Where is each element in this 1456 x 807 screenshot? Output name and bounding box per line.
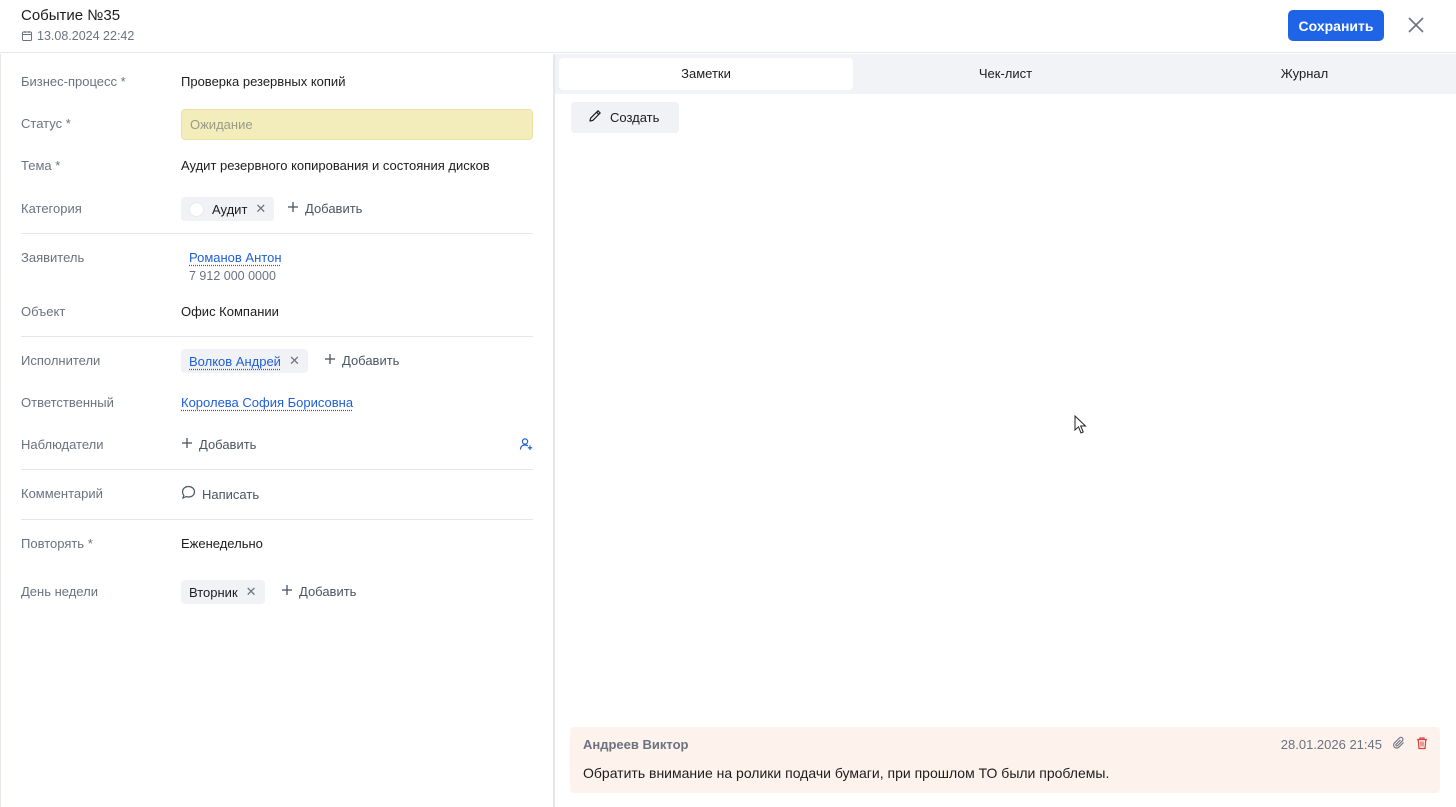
- note-date: 28.01.2026 21:45: [1280, 737, 1382, 752]
- remove-executor-icon[interactable]: ✕: [289, 353, 300, 369]
- note-text: Обратить внимание на ролики подачи бумаг…: [583, 765, 1110, 781]
- add-observer-button[interactable]: Добавить: [181, 437, 256, 452]
- datetime-text: 13.08.2024 22:42: [37, 29, 135, 43]
- plus-icon: [287, 201, 299, 216]
- applicant-phone: 7 912 000 0000: [189, 269, 276, 283]
- note-author: Андреев Виктор: [583, 737, 689, 752]
- add-observer-label: Добавить: [199, 437, 257, 452]
- add-executor-label: Добавить: [342, 353, 400, 368]
- topic-label: Тема *: [21, 158, 61, 173]
- write-comment-button[interactable]: Написать: [181, 485, 259, 503]
- tab-notes[interactable]: Заметки: [559, 58, 853, 90]
- executor-chip-link[interactable]: Волков Андрей: [189, 354, 281, 369]
- create-note-button[interactable]: Создать: [571, 102, 679, 133]
- add-category-button[interactable]: Добавить: [287, 201, 362, 216]
- plus-icon: [324, 353, 336, 368]
- status-select[interactable]: Ожидание: [181, 109, 533, 140]
- divider: [21, 469, 533, 470]
- remove-category-icon[interactable]: ✕: [255, 201, 266, 217]
- save-button[interactable]: Сохранить: [1288, 10, 1384, 41]
- write-comment-label: Написать: [202, 486, 260, 502]
- applicant-name-link[interactable]: Романов Антон: [189, 250, 282, 265]
- note-card: Андреев Виктор 28.01.2026 21:45 Обратить…: [570, 727, 1440, 793]
- executor-chip[interactable]: Волков Андрей ✕: [181, 349, 308, 373]
- comment-label: Комментарий: [21, 486, 103, 501]
- add-myself-user-icon[interactable]: [519, 437, 533, 454]
- category-label: Категория: [21, 201, 82, 216]
- mouse-cursor-icon: [1074, 414, 1088, 438]
- plus-icon: [181, 437, 193, 452]
- observers-label: Наблюдатели: [21, 437, 104, 452]
- business-process-value[interactable]: Проверка резервных копий: [181, 74, 345, 89]
- close-icon[interactable]: [1404, 13, 1428, 37]
- paperclip-icon[interactable]: [1392, 736, 1406, 753]
- add-weekday-label: Добавить: [299, 584, 357, 599]
- responsible-link[interactable]: Королева София Борисовна: [181, 395, 353, 410]
- add-category-label: Добавить: [305, 201, 363, 216]
- create-note-label: Создать: [610, 110, 660, 125]
- divider: [21, 519, 533, 520]
- tab-checklist[interactable]: Чек-лист: [859, 58, 1152, 90]
- object-value[interactable]: Офис Компании: [181, 304, 279, 319]
- add-weekday-button[interactable]: Добавить: [281, 584, 356, 599]
- weekday-chip[interactable]: Вторник ✕: [181, 580, 265, 604]
- remove-weekday-icon[interactable]: ✕: [246, 584, 257, 600]
- header: Событие №35 13.08.2024 22:42 Сохранить: [0, 0, 1456, 53]
- add-executor-button[interactable]: Добавить: [324, 353, 399, 368]
- plus-icon: [281, 584, 293, 599]
- repeat-label: Повторять *: [21, 536, 93, 551]
- divider: [21, 336, 533, 337]
- tab-bar: Заметки Чек-лист Журнал: [555, 54, 1456, 94]
- event-datetime: 13.08.2024 22:42: [21, 29, 134, 43]
- category-chip-label: Аудит: [212, 201, 248, 217]
- pencil-icon: [587, 108, 603, 127]
- topic-value[interactable]: Аудит резервного копирования и состояния…: [181, 158, 490, 173]
- category-color-dot: [189, 201, 204, 217]
- responsible-label: Ответственный: [21, 395, 114, 410]
- speech-bubble-icon: [181, 485, 196, 503]
- trash-icon[interactable]: [1415, 736, 1429, 753]
- object-label: Объект: [21, 304, 66, 319]
- applicant-label: Заявитель: [21, 250, 85, 265]
- status-label: Статус *: [21, 116, 71, 131]
- weekday-label: День недели: [21, 584, 98, 599]
- divider: [21, 233, 533, 234]
- notes-panel: Заметки Чек-лист Журнал Создать Андреев …: [555, 54, 1456, 807]
- executors-label: Исполнители: [21, 353, 101, 368]
- repeat-value[interactable]: Еженедельно: [181, 536, 263, 551]
- business-process-label: Бизнес-процесс *: [21, 74, 126, 89]
- tab-journal[interactable]: Журнал: [1158, 58, 1451, 90]
- category-chip[interactable]: Аудит ✕: [181, 197, 275, 221]
- page-title: Событие №35: [21, 7, 121, 24]
- calendar-icon: [21, 30, 33, 42]
- weekday-chip-label: Вторник: [189, 584, 238, 600]
